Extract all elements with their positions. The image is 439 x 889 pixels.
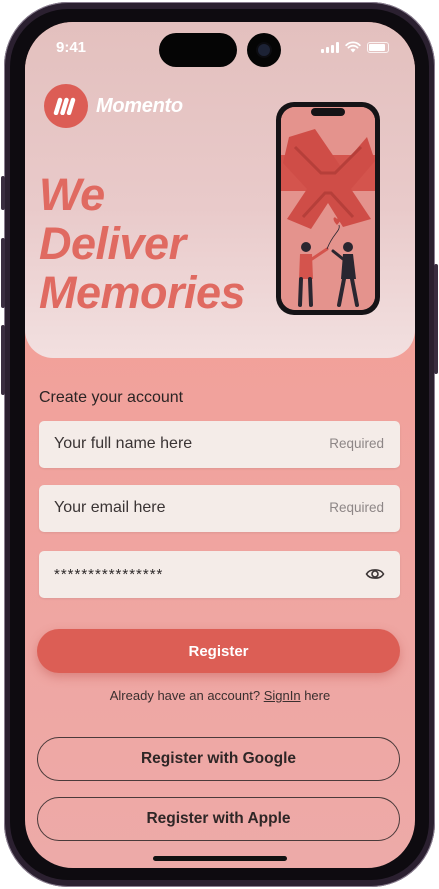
brand-name: Momento <box>96 94 183 117</box>
headline: We Deliver Memories <box>39 169 246 318</box>
front-camera <box>247 33 281 67</box>
volume-up-button <box>1 238 5 308</box>
signin-prompt: Already have an account? SignIn here <box>25 688 415 703</box>
register-google-button[interactable]: Register with Google <box>37 737 400 781</box>
full-name-field[interactable]: Your full name here Required <box>39 421 400 468</box>
power-button <box>434 264 438 374</box>
brand: Momento <box>44 84 183 128</box>
register-apple-button[interactable]: Register with Apple <box>37 797 400 841</box>
eye-icon[interactable] <box>365 564 385 584</box>
signin-link[interactable]: SignIn <box>264 688 301 703</box>
register-button[interactable]: Register <box>37 629 400 673</box>
signin-prefix: Already have an account? <box>109 688 261 703</box>
password-value: **************** <box>54 566 164 583</box>
email-field[interactable]: Your email here Required <box>39 485 400 532</box>
form-section-title: Create your account <box>39 389 184 406</box>
wifi-icon <box>345 41 361 53</box>
battery-icon <box>367 41 389 53</box>
full-name-placeholder: Your full name here <box>54 435 193 452</box>
password-field[interactable]: **************** <box>39 551 400 598</box>
required-hint: Required <box>329 436 384 451</box>
app-screen: 9:41 Momento We Deliver Memories Create … <box>25 22 415 868</box>
cellular-signal-icon <box>321 41 339 53</box>
action-button <box>1 176 5 210</box>
status-icons <box>321 41 389 53</box>
status-time: 9:41 <box>56 39 87 56</box>
status-bar: 9:41 <box>25 22 415 70</box>
signin-suffix: here <box>304 688 331 703</box>
headline-line: We <box>39 169 105 220</box>
volume-down-button <box>1 325 5 395</box>
hero-panel: 9:41 Momento We Deliver Memories <box>25 22 415 358</box>
email-placeholder: Your email here <box>54 499 166 516</box>
phone-gift-illustration <box>276 102 380 315</box>
dynamic-island <box>159 33 237 67</box>
headline-line: Memories <box>39 267 246 318</box>
required-hint: Required <box>329 500 384 515</box>
headline-line: Deliver <box>39 218 186 269</box>
home-indicator[interactable] <box>153 856 287 861</box>
momento-logo-icon <box>44 84 88 128</box>
